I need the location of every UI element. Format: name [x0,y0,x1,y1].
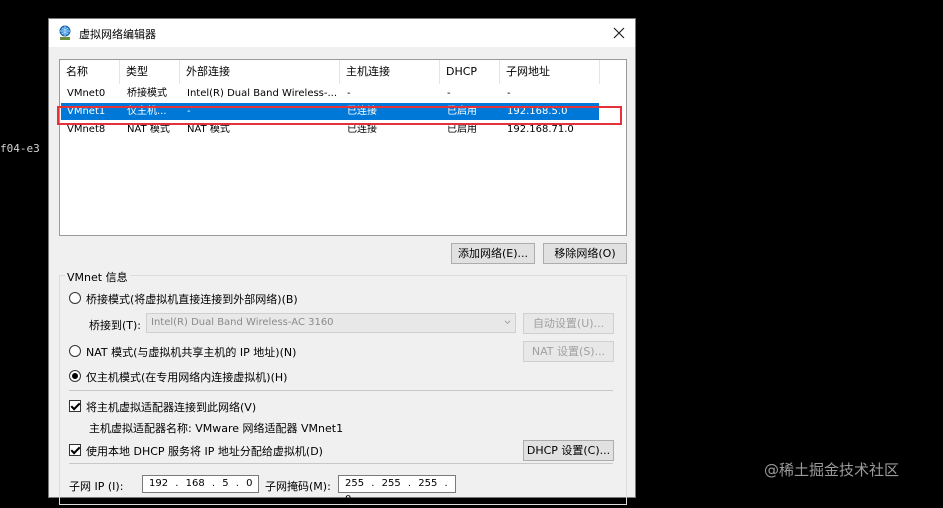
watermark: @稀土掘金技术社区 [764,461,900,479]
cell-external: Intel(R) Dual Band Wireless-... [187,88,338,99]
column-host[interactable]: 主机连接 [340,60,440,84]
column-name[interactable]: 名称 [60,60,120,84]
nat-settings-button[interactable]: NAT 设置(S)... [523,341,614,362]
dhcp-label[interactable]: 使用本地 DHCP 服务将 IP 地址分配给虚拟机(D) [86,443,323,459]
virtual-network-editor-dialog: 虚拟网络编辑器 名称 类型 外部连接 主机连接 DHCP 子网地址 VMnet0… [48,18,636,505]
column-dhcp[interactable]: DHCP [440,60,500,84]
subnet-mask-input[interactable]: 255 . 255 . 255 . 0 [338,475,456,505]
subnet-ip-label: 子网 IP (I): [69,480,124,493]
title-bar: 虚拟网络编辑器 [49,19,635,47]
cell-subnet: - [507,88,511,99]
subnet-ip-input[interactable]: 192 . 168 . 5 . 0 [142,475,259,493]
column-type[interactable]: 类型 [120,60,180,84]
connect-adapter-checkbox[interactable] [69,400,81,412]
dhcp-settings-button[interactable]: DHCP 设置(C)... [523,440,614,461]
nat-mode-radio[interactable] [69,345,81,357]
cell-name: VMnet0 [67,88,106,99]
terminal-text: f04-e3 [0,142,40,155]
selection-highlight-box [57,106,622,125]
window-title: 虚拟网络编辑器 [79,28,156,41]
network-list-header: 名称 类型 外部连接 主机连接 DHCP 子网地址 [60,60,626,84]
adapter-name-text: 主机虚拟适配器名称: VMware 网络适配器 VMnet1 [89,422,344,435]
nat-mode-label[interactable]: NAT 模式(与虚拟机共享主机的 IP 地址)(N) [86,344,296,360]
cell-host: - [347,88,351,99]
cell-dhcp: - [447,88,451,99]
table-row[interactable]: VMnet0 桥接模式 Intel(R) Dual Band Wireless-… [61,85,599,102]
add-network-button[interactable]: 添加网络(E)... [451,243,535,264]
column-external[interactable]: 外部连接 [180,60,340,84]
divider [69,463,613,464]
vmnet-info-title: VMnet 信息 [65,269,130,285]
bridged-mode-label[interactable]: 桥接模式(将虚拟机直接连接到外部网络)(B) [86,291,298,307]
network-icon [59,25,71,40]
dhcp-checkbox[interactable] [69,444,81,456]
remove-network-button[interactable]: 移除网络(O) [543,243,627,264]
connect-adapter-label[interactable]: 将主机虚拟适配器连接到此网络(V) [86,399,256,415]
column-subnet[interactable]: 子网地址 [500,60,600,84]
cell-type: 桥接模式 [127,88,167,99]
close-icon[interactable] [609,23,629,43]
network-list[interactable]: 名称 类型 外部连接 主机连接 DHCP 子网地址 VMnet0 桥接模式 In… [59,59,627,236]
bridge-to-value: Intel(R) Dual Band Wireless-AC 3160 [151,317,334,328]
bridge-to-select[interactable]: Intel(R) Dual Band Wireless-AC 3160 [146,313,516,333]
bridged-mode-radio[interactable] [69,292,81,304]
subnet-mask-label: 子网掩码(M): [265,480,331,493]
auto-settings-button[interactable]: 自动设置(U)... [523,313,614,334]
divider [69,390,613,391]
host-only-mode-radio[interactable] [69,370,81,382]
chevron-down-icon [504,320,511,324]
host-only-mode-label[interactable]: 仅主机模式(在专用网络内连接虚拟机)(H) [86,369,287,385]
bridge-to-label: 桥接到(T): [89,319,142,332]
